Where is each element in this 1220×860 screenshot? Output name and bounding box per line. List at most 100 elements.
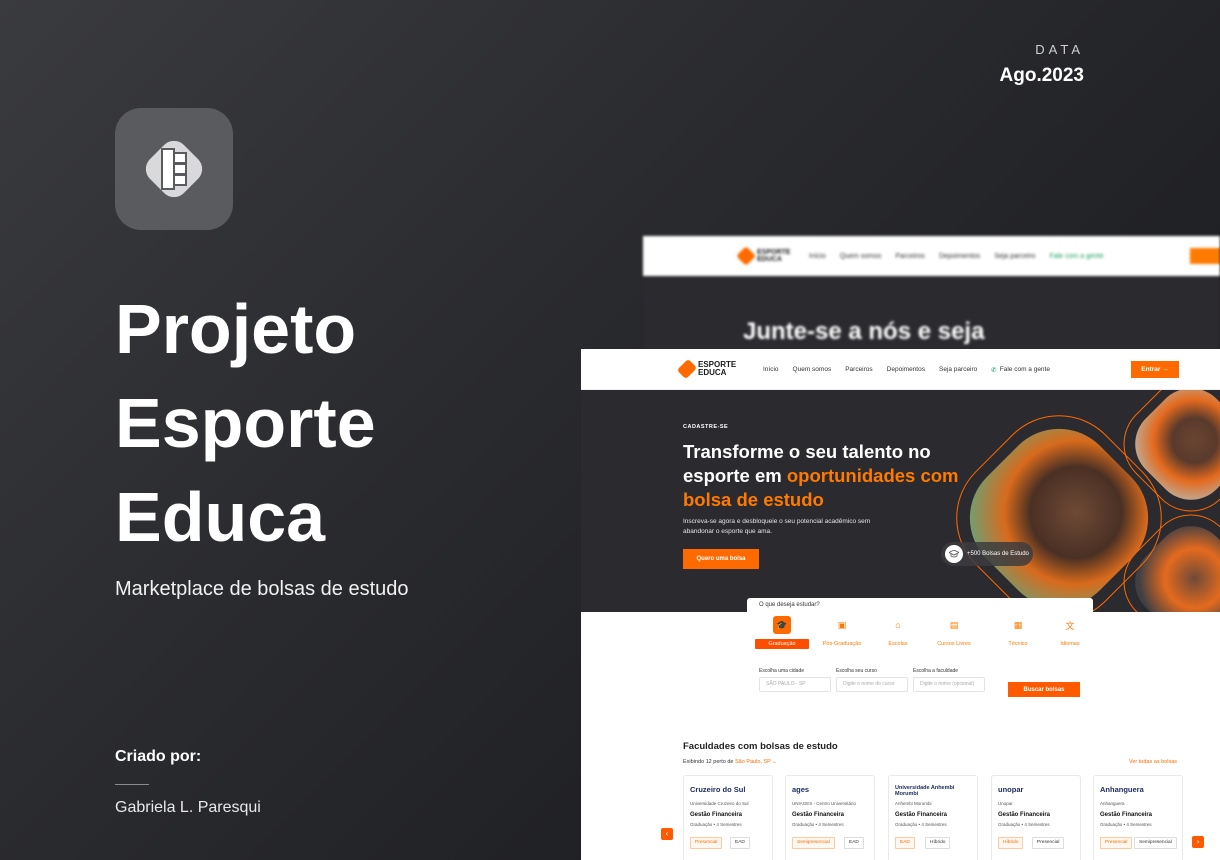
card-university: Unopar [998, 801, 1013, 806]
tab-escolas[interactable]: ⌂ Escolas [871, 616, 925, 649]
date-label: DATA [1035, 42, 1084, 57]
course-label: Escolha seu curso [836, 668, 877, 674]
hero-cta-button[interactable]: Quero uma bolsa [683, 549, 759, 569]
back-logo-line2: EDUCA [757, 256, 782, 263]
card-duration: Graduação • 4 Semestres [1100, 822, 1152, 827]
nav-fale[interactable]: Fale com a gente [1000, 366, 1050, 374]
book-icon: ▤ [949, 619, 959, 630]
card-university: Anhanguera [1100, 801, 1125, 806]
carousel-prev-button[interactable]: ‹ [661, 828, 673, 840]
card-duration: Graduação • 4 Semestres [895, 822, 947, 827]
back-nav-2: Parceiros [895, 252, 925, 260]
course-input[interactable]: Digite o nome do curso [836, 677, 908, 692]
nav-inicio[interactable]: Início [763, 366, 779, 374]
scholarship-badge: +500 Bolsas de Estudo [941, 542, 1033, 566]
created-by-label: Criado por: [115, 748, 202, 765]
card-university: Anhembi Morumbi [895, 801, 932, 806]
nav-quem-somos[interactable]: Quem somos [793, 366, 832, 374]
back-nav: ESPORTE EDUCA Início Quem somos Parceiros… [643, 236, 1220, 276]
city-field: Escolha uma cidade SÃO PAULO - SP [759, 668, 831, 692]
faculty-card[interactable]: unopar Unopar Gestão Financeira Graduaçã… [991, 775, 1081, 860]
card-university: Universidade Cruzeiro do Sul [690, 801, 749, 806]
faculty-card[interactable]: Universidade Anhembi Morumbi Anhembi Mor… [888, 775, 978, 860]
site-nav: ESPORTE EDUCA Início Quem somos Parceiro… [581, 349, 1220, 390]
title-line-1: Projeto [115, 290, 357, 368]
faculties-title: Faculdades com bolsas de estudo [683, 741, 838, 752]
card-tag: Híbrido [925, 837, 951, 849]
logo-text: ESPORTE EDUCA [698, 361, 736, 377]
card-brand: Universidade Anhembi Morumbi [895, 785, 955, 797]
back-nav-1: Quem somos [839, 252, 882, 260]
logo-line2: EDUCA [698, 368, 727, 377]
faculty-card[interactable]: Anhanguera Anhanguera Gestão Financeira … [1093, 775, 1183, 860]
back-hero-text: Junte-se a nós e seja [743, 318, 985, 345]
date-value: Ago.2023 [999, 65, 1084, 86]
tab-label: Graduação [755, 639, 809, 649]
card-course: Gestão Financeira [792, 812, 845, 818]
see-all-link[interactable]: Ver todas as bolsas [1129, 759, 1177, 765]
tab-label: Idiomas [1060, 641, 1080, 647]
hero-section: CADASTRE-SE Transforme o seu talento no … [581, 390, 1220, 612]
tab-label: Pós-Graduação [822, 641, 862, 647]
whatsapp-icon: ✆ [991, 367, 997, 374]
nav-parceiros[interactable]: Parceiros [845, 366, 872, 374]
hero-eyebrow: CADASTRE-SE [683, 424, 729, 430]
site-logo[interactable]: ESPORTE EDUCA [676, 358, 736, 380]
faculty-card[interactable]: Cruzeiro do Sul Universidade Cruzeiro do… [683, 775, 773, 860]
hero-paragraph: Inscreva-se agora e desbloqueie o seu po… [683, 518, 871, 535]
tab-cursos-livres[interactable]: ▤ Cursos Livres [927, 616, 981, 649]
translate-icon: 文 [1065, 620, 1075, 631]
card-tag: Semipresencial [1134, 837, 1177, 849]
card-tag: Presencial [1100, 837, 1133, 849]
tab-idiomas[interactable]: 文 Idiomas [1043, 616, 1097, 649]
tab-label: Técnico [1008, 641, 1028, 647]
back-nav-5: Fale com a gente [1049, 252, 1104, 260]
tab-label: Cursos Livres [937, 641, 971, 647]
card-course: Gestão Financeira [998, 812, 1051, 818]
card-duration: Graduação • 4 Semestres [998, 822, 1050, 827]
card-brand: Cruzeiro do Sul [690, 785, 746, 794]
briefcase-icon: ▣ [837, 619, 847, 630]
back-mockup: ESPORTE EDUCA Início Quem somos Parceiros… [643, 236, 1220, 366]
app-logo-icon [115, 108, 233, 230]
card-course: Gestão Financeira [895, 812, 948, 818]
school-icon: ⌂ [895, 620, 901, 630]
card-tag: Presencial [690, 837, 723, 849]
nav-seja-parceiro[interactable]: Seja parceiro [939, 366, 977, 374]
nav-depoimentos[interactable]: Depoimentos [887, 366, 925, 374]
back-nav-3: Depoimentos [938, 252, 981, 260]
carousel-next-button[interactable]: › [1192, 836, 1204, 848]
card-tag: EAD [730, 837, 750, 849]
faculty-label: Escolha a faculdade [913, 668, 959, 674]
card-duration: Graduação • 4 Semestres [792, 822, 844, 827]
project-subtitle: Marketplace de bolsas de estudo [115, 578, 409, 600]
showing-text: Exibindo 12 perto de [683, 759, 734, 765]
graduation-cap-icon [945, 545, 963, 563]
card-brand: ages [792, 785, 810, 794]
card-university: UNIAGES - Centro Universitário [792, 801, 857, 806]
logo-mark-icon [145, 140, 203, 198]
tab-graduacao[interactable]: 🎓 Graduação [755, 616, 809, 649]
faculty-input[interactable]: Digite o nome (opcional) [913, 677, 985, 692]
search-button[interactable]: Buscar bolsas [1008, 682, 1080, 697]
city-select[interactable]: SÃO PAULO - SP [759, 677, 831, 692]
author-name: Gabriela L. Paresqui [115, 799, 261, 816]
card-course: Gestão Financeira [690, 812, 743, 818]
badge-text: +500 Bolsas de Estudo [967, 550, 1029, 557]
course-field: Escolha seu curso Digite o nome do curso [836, 668, 908, 692]
enter-button[interactable]: Entrar → [1131, 361, 1179, 378]
location-selector[interactable]: São Paulo, SP [735, 759, 771, 765]
title-line-2: Esporte [115, 384, 376, 462]
back-enter-button [1190, 248, 1220, 264]
city-label: Escolha uma cidade [759, 668, 805, 674]
divider [115, 784, 149, 785]
nav-links: Início Quem somos Parceiros Depoimentos … [763, 366, 1064, 374]
hero-title: Transforme o seu talento no esporte em o… [683, 440, 983, 512]
chevron-down-icon: ⌄ [772, 759, 777, 765]
faculty-field: Escolha a faculdade Digite o nome (opcio… [913, 668, 985, 692]
faculty-card[interactable]: ages UNIAGES - Centro Universitário Gest… [785, 775, 875, 860]
website-mockup: ESPORTE EDUCA Início Quem somos Parceiro… [581, 349, 1220, 860]
card-tag: EAD [895, 837, 915, 849]
tab-pos-graduacao[interactable]: ▣ Pós-Graduação [815, 616, 869, 649]
tab-tecnico[interactable]: ▦ Técnico [991, 616, 1045, 649]
